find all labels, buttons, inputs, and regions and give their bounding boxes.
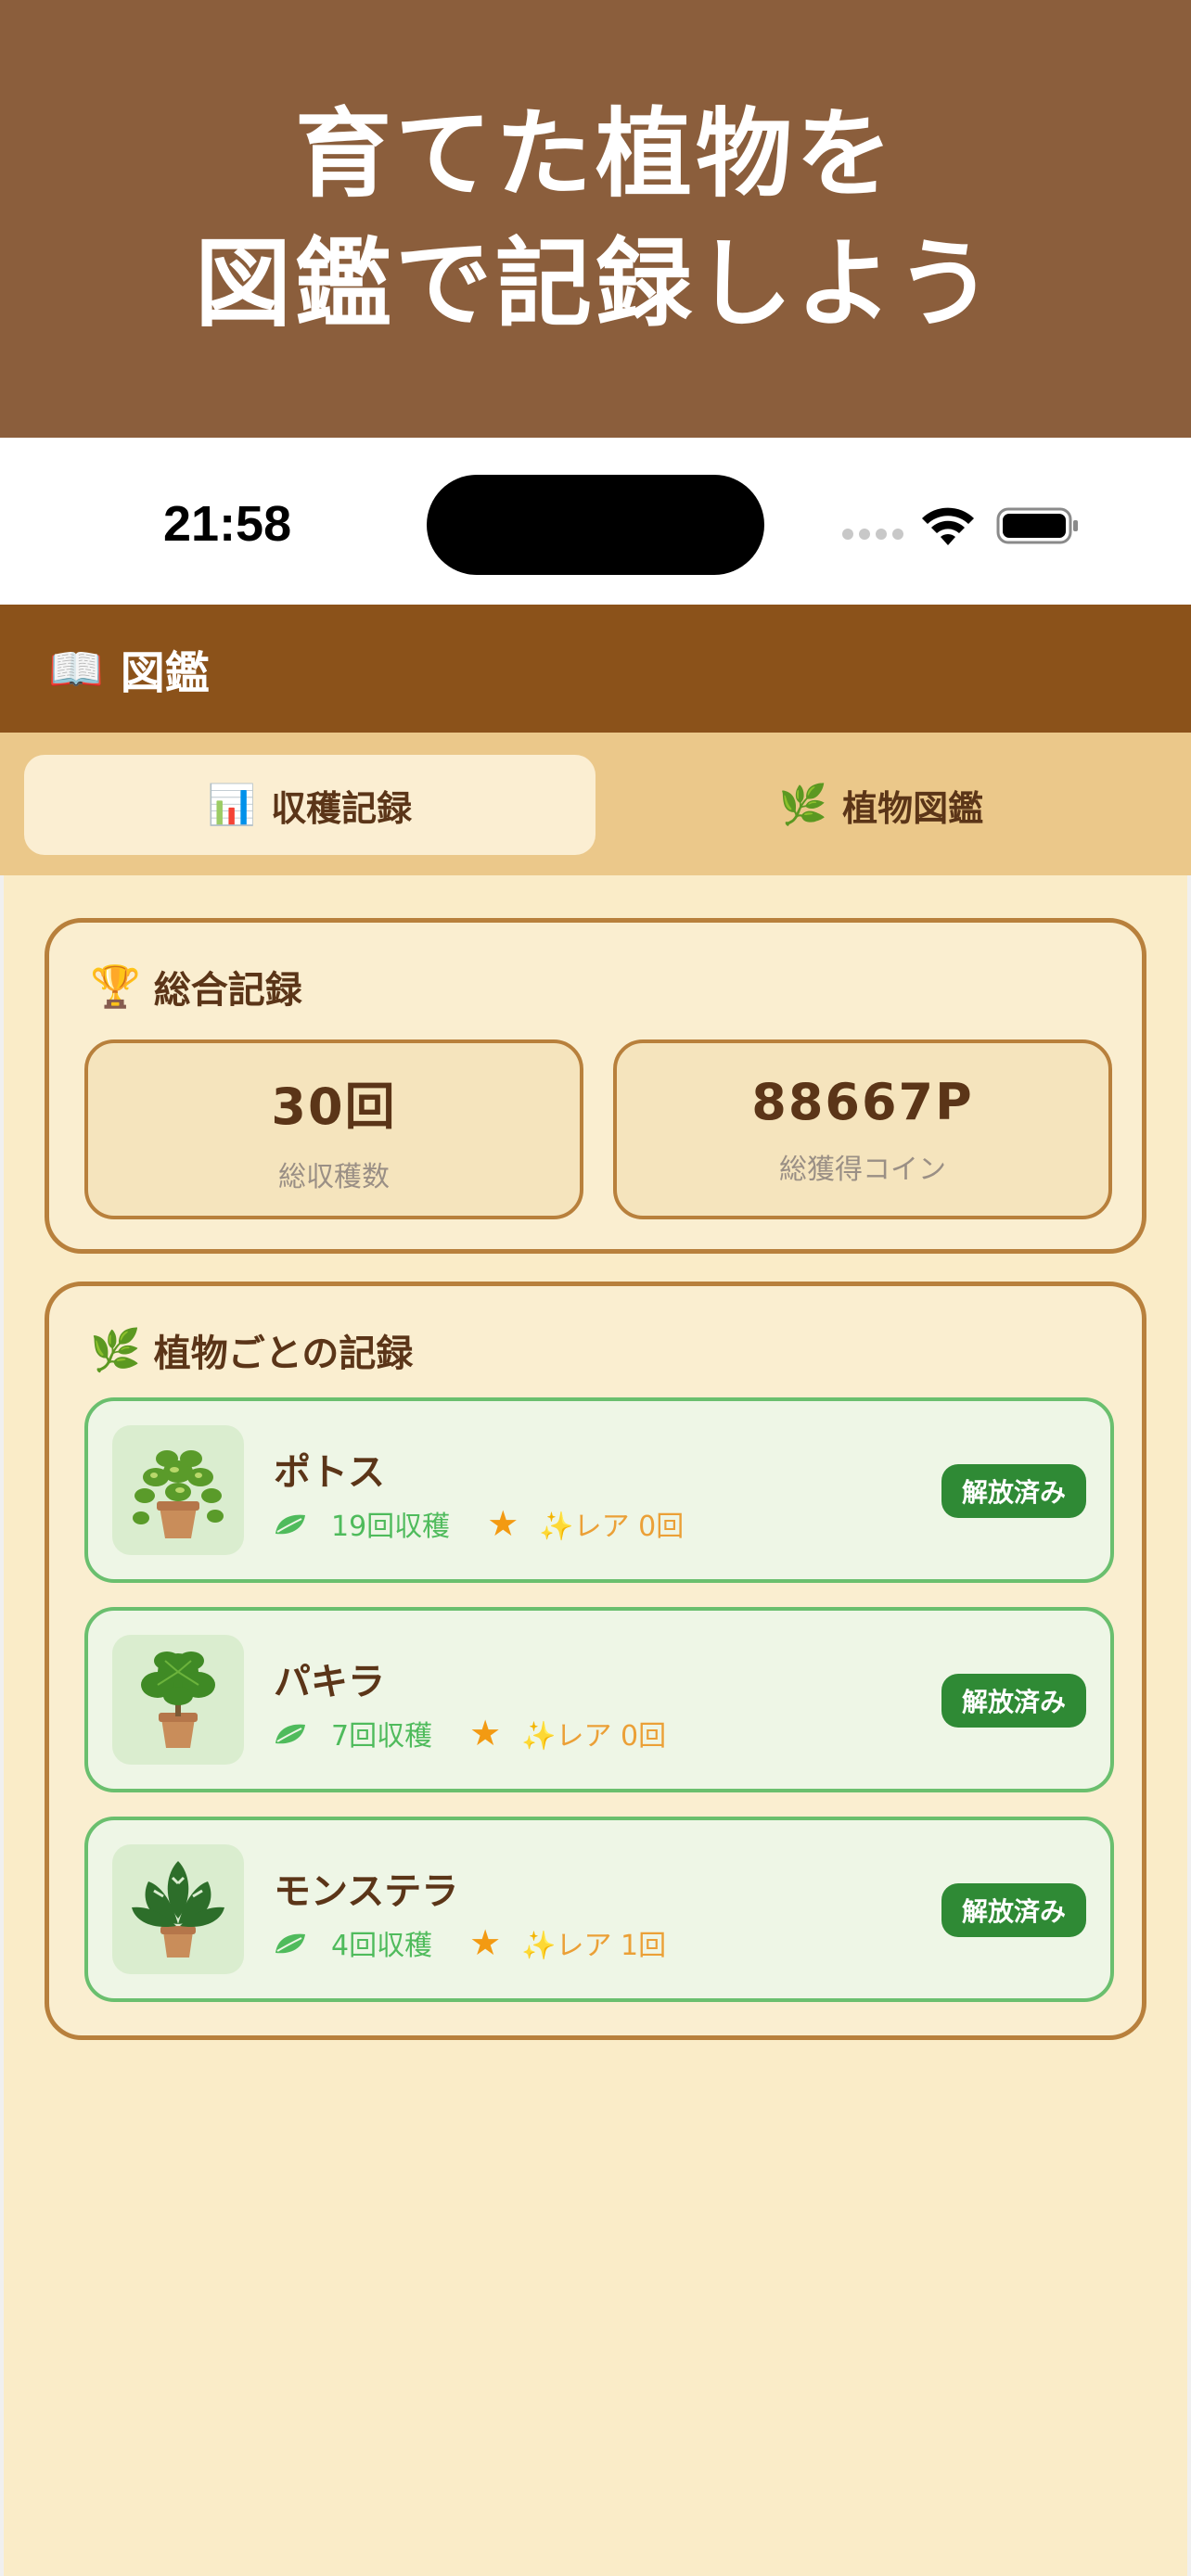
leaf-icon	[275, 1724, 305, 1744]
tab-harvest-records[interactable]: 📊 収穫記録	[24, 755, 596, 855]
plant-name: パキラ	[274, 1661, 385, 1703]
plant-stats: 19回収穫 ★ ✨レア 0回	[274, 1503, 684, 1544]
book-icon: 📖	[48, 643, 104, 695]
dynamic-island	[427, 475, 764, 575]
promo-banner: 育てた植物を 図鑑で記録しよう	[0, 0, 1191, 438]
plant-records-title-text: 植物ごとの記録	[153, 1333, 414, 1375]
plant-records-title: 🌿 植物ごとの記録	[90, 1323, 413, 1377]
banner-line-2: 図鑑で記録しよう	[194, 227, 996, 340]
plant-row-pothos[interactable]: ポトス 19回収穫 ★ ✨レア 0回 解放済み	[84, 1397, 1114, 1583]
rare-count: ✨レア 0回	[539, 1511, 685, 1543]
plant-name: ポトス	[274, 1451, 385, 1494]
monstera-plant-icon	[112, 1844, 244, 1974]
unlocked-badge: 解放済み	[941, 1464, 1086, 1518]
leaf-icon	[275, 1933, 305, 1954]
plant-stats: 4回収穫 ★ ✨レア 1回	[274, 1922, 666, 1963]
plant-row-pachira[interactable]: パキラ 7回収穫 ★ ✨レア 0回 解放済み	[84, 1607, 1114, 1792]
herb-icon: 🌿	[90, 1327, 141, 1374]
summary-title-text: 総合記録	[153, 969, 302, 1012]
plant-records-card: 🌿 植物ごとの記録 ポトス 19回収穫 ★ ✨レア 0回 解放済み パキラ 7回…	[45, 1282, 1146, 2040]
battery-icon	[996, 507, 1078, 544]
stat-total-harvests: 30回 総収穫数	[84, 1039, 583, 1219]
tab-label: 植物図鑑	[842, 787, 984, 829]
star-icon: ★	[469, 1713, 502, 1753]
app-header: 📖 図鑑	[0, 605, 1191, 733]
bar-chart-icon: 📊	[207, 782, 257, 827]
herb-icon: 🌿	[778, 782, 828, 827]
leaf-icon	[275, 1514, 305, 1535]
stat-label: 総獲得コイン	[779, 1153, 946, 1186]
summary-card: 🏆 総合記録 30回 総収穫数 88667P 総獲得コイン	[45, 918, 1146, 1254]
plant-row-monstera[interactable]: モンステラ 4回収穫 ★ ✨レア 1回 解放済み	[84, 1817, 1114, 2002]
tab-bar: 📊 収穫記録 🌿 植物図鑑	[0, 733, 1191, 875]
unlocked-badge: 解放済み	[941, 1674, 1086, 1728]
tab-label: 収穫記録	[271, 787, 413, 829]
wifi-icon	[922, 507, 974, 545]
plant-stats: 7回収穫 ★ ✨レア 0回	[274, 1713, 666, 1753]
stat-value: 88667P	[751, 1072, 974, 1131]
page-title: 図鑑	[120, 647, 210, 699]
stat-value: 30回	[271, 1077, 397, 1136]
pachira-plant-icon	[112, 1635, 244, 1765]
cellular-signal-icon	[842, 529, 903, 540]
star-icon: ★	[487, 1503, 519, 1544]
banner-line-1: 育てた植物を	[294, 97, 896, 210]
status-bar: 21:58	[0, 438, 1191, 605]
rare-count: ✨レア 0回	[521, 1720, 667, 1753]
trophy-icon: 🏆	[90, 963, 141, 1011]
unlocked-badge: 解放済み	[941, 1883, 1086, 1937]
harvest-count: 19回収穫	[331, 1511, 451, 1543]
pothos-plant-icon	[112, 1425, 244, 1555]
harvest-count: 7回収穫	[331, 1720, 433, 1753]
harvest-count: 4回収穫	[331, 1930, 433, 1962]
stat-total-coins: 88667P 総獲得コイン	[613, 1039, 1112, 1219]
rare-count: ✨レア 1回	[521, 1930, 667, 1962]
star-icon: ★	[469, 1922, 502, 1963]
summary-title: 🏆 総合記録	[90, 960, 302, 1014]
stat-label: 総収穫数	[278, 1160, 390, 1193]
plant-name: モンステラ	[274, 1870, 459, 1913]
status-time: 21:58	[163, 496, 292, 552]
tab-plant-encyclopedia[interactable]: 🌿 植物図鑑	[596, 755, 1167, 855]
